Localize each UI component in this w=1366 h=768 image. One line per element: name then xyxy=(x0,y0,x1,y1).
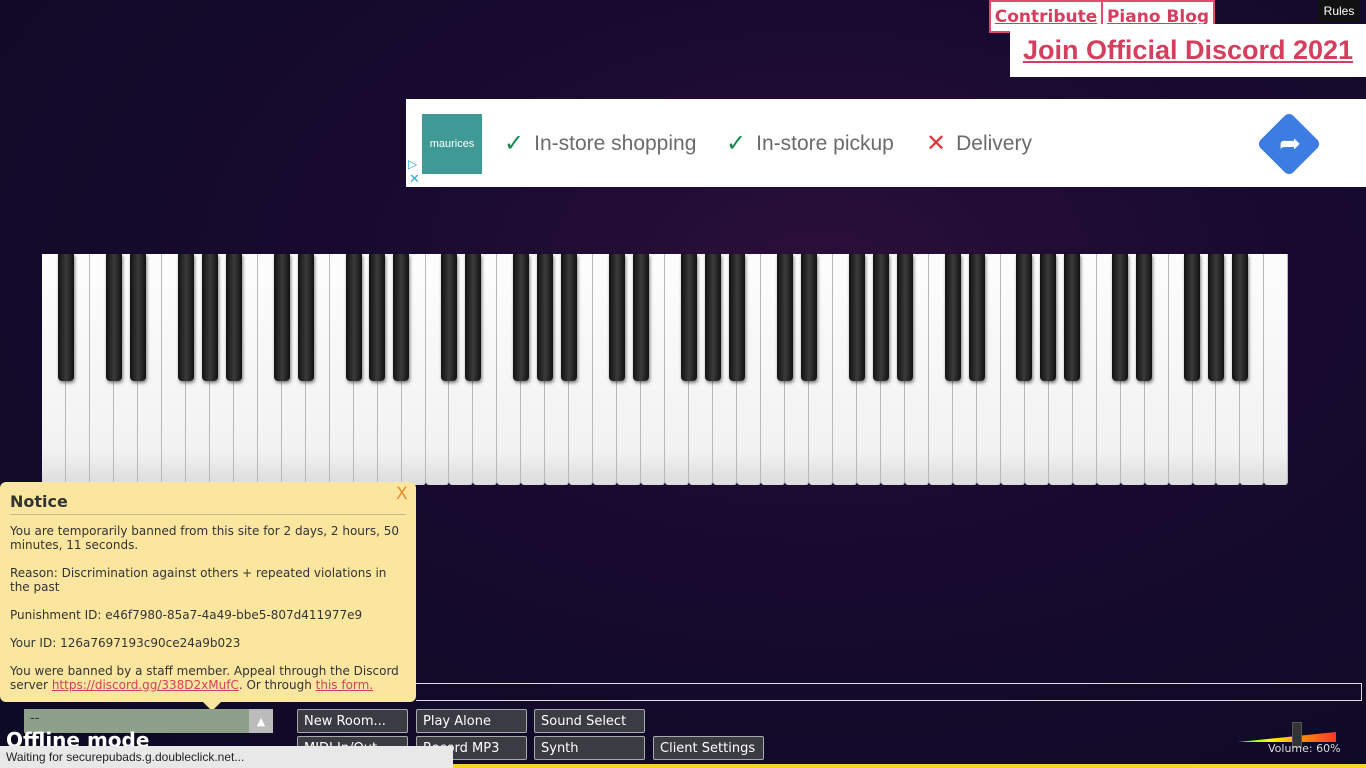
cross-icon: ✕ xyxy=(926,130,947,157)
checkmark-icon: ✓ xyxy=(504,130,525,157)
discord-link[interactable]: Join Official Discord 2021 xyxy=(1023,35,1353,66)
black-key[interactable] xyxy=(441,254,458,381)
rules-button[interactable]: Rules xyxy=(1318,0,1360,22)
black-key[interactable] xyxy=(225,254,242,381)
notice-body: You are temporarily banned from this sit… xyxy=(10,524,408,706)
black-key[interactable] xyxy=(273,254,290,381)
ad-feature-label: In-store shopping xyxy=(534,131,697,155)
ad-feature-instore-shopping: ✓ In-store shopping xyxy=(504,129,696,158)
browser-status-bar: Waiting for securepubads.g.doubleclick.n… xyxy=(0,746,453,768)
black-key[interactable] xyxy=(1064,254,1081,381)
black-key[interactable] xyxy=(177,254,194,381)
black-key[interactable] xyxy=(848,254,865,381)
black-key[interactable] xyxy=(896,254,913,381)
black-key[interactable] xyxy=(201,254,218,381)
ad-feature-instore-pickup: ✓ In-store pickup xyxy=(726,129,894,158)
discord-banner: Join Official Discord 2021 xyxy=(1010,24,1366,77)
black-key[interactable] xyxy=(1136,254,1153,381)
user-id-text: Your ID: 126a7697193c90ce24a9b023 xyxy=(10,636,241,650)
discord-appeal-link[interactable]: https://discord.gg/338D2xMufC xyxy=(52,678,239,692)
checkmark-icon: ✓ xyxy=(726,130,747,157)
black-key[interactable] xyxy=(1208,254,1225,381)
black-key[interactable] xyxy=(968,254,985,381)
bottom-accent-line xyxy=(453,764,1366,768)
ban-notice: Notice X You are temporarily banned from… xyxy=(0,482,416,711)
ad-feature-label: Delivery xyxy=(956,131,1032,155)
white-key[interactable] xyxy=(1264,254,1289,485)
black-key[interactable] xyxy=(609,254,626,381)
ad-feature-delivery: ✕ Delivery xyxy=(926,129,1032,158)
synth-button[interactable]: Synth xyxy=(534,736,645,760)
black-key[interactable] xyxy=(776,254,793,381)
notice-title: Notice xyxy=(10,492,68,511)
adchoices-icon[interactable]: ▷ xyxy=(408,157,417,171)
chat-input[interactable] xyxy=(416,683,1362,701)
notice-close-button[interactable]: X xyxy=(396,484,408,504)
room-select-value: -- xyxy=(30,711,40,726)
advertisement[interactable]: maurices ✓ In-store shopping ✓ In-store … xyxy=(406,99,1366,187)
black-key[interactable] xyxy=(513,254,530,381)
black-key[interactable] xyxy=(800,254,817,381)
black-key[interactable] xyxy=(728,254,745,381)
appeal-mid: . Or through xyxy=(238,678,316,692)
ad-close-icon[interactable]: ✕ xyxy=(409,172,420,187)
black-key[interactable] xyxy=(944,254,961,381)
black-key[interactable] xyxy=(345,254,362,381)
black-key[interactable] xyxy=(465,254,482,381)
black-key[interactable] xyxy=(1232,254,1249,381)
client-settings-button[interactable]: Client Settings xyxy=(653,736,764,760)
black-key[interactable] xyxy=(1112,254,1129,381)
black-key[interactable] xyxy=(105,254,122,381)
chevron-up-icon[interactable]: ▲ xyxy=(249,709,273,733)
piano-keyboard[interactable] xyxy=(42,254,1289,485)
volume-control[interactable]: Volume: 60% xyxy=(1238,720,1341,760)
black-key[interactable] xyxy=(393,254,410,381)
ad-feature-label: In-store pickup xyxy=(756,131,894,155)
ban-reason-text: Reason: Discrimination against others + … xyxy=(10,566,387,594)
black-key[interactable] xyxy=(537,254,554,381)
black-key[interactable] xyxy=(704,254,721,381)
appeal-form-link[interactable]: this form. xyxy=(316,678,374,692)
volume-ramp xyxy=(1238,732,1336,742)
ad-brand-logo[interactable]: maurices xyxy=(422,114,482,174)
black-key[interactable] xyxy=(369,254,386,381)
turn-right-arrow-icon: ➦ xyxy=(1279,129,1301,159)
play-alone-button[interactable]: Play Alone xyxy=(416,709,527,733)
black-key[interactable] xyxy=(57,254,74,381)
black-key[interactable] xyxy=(1016,254,1033,381)
volume-label: Volume: 60% xyxy=(1268,742,1341,755)
punishment-id-text: Punishment ID: e46f7980-85a7-4a49-bbe5-8… xyxy=(10,608,363,622)
sound-select-button[interactable]: Sound Select xyxy=(534,709,645,733)
black-key[interactable] xyxy=(872,254,889,381)
black-key[interactable] xyxy=(297,254,314,381)
black-key[interactable] xyxy=(1184,254,1201,381)
black-key[interactable] xyxy=(129,254,146,381)
black-key[interactable] xyxy=(633,254,650,381)
appeal-text: You were banned by a staff member. Appea… xyxy=(10,664,408,692)
black-key[interactable] xyxy=(1040,254,1057,381)
notice-divider xyxy=(10,514,406,515)
black-key[interactable] xyxy=(561,254,578,381)
ban-duration-text: You are temporarily banned from this sit… xyxy=(10,524,399,552)
new-room-button[interactable]: New Room... xyxy=(297,709,408,733)
black-key[interactable] xyxy=(680,254,697,381)
